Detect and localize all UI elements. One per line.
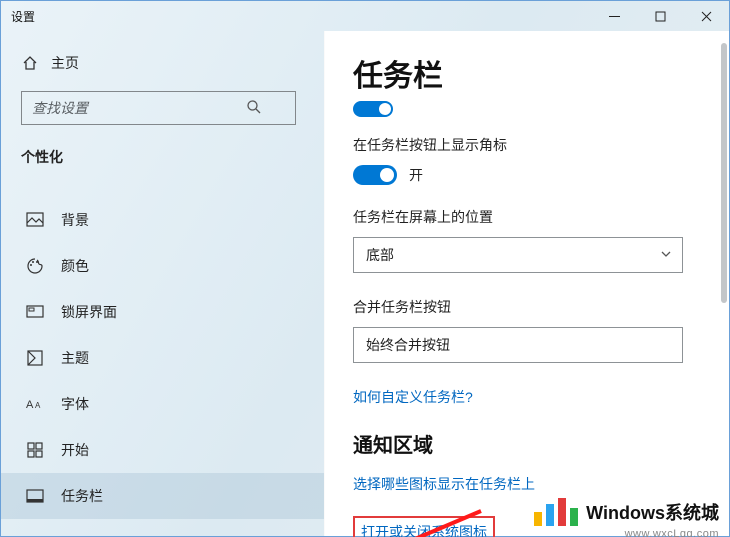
close-button[interactable] bbox=[683, 1, 729, 31]
palette-icon bbox=[25, 257, 45, 275]
badge-toggle[interactable] bbox=[353, 165, 397, 185]
sidebar-item-label: 任务栏 bbox=[61, 486, 103, 506]
font-icon: AA bbox=[25, 395, 45, 413]
svg-text:A: A bbox=[35, 401, 41, 410]
sidebar-item-label: 字体 bbox=[61, 394, 89, 414]
start-icon bbox=[25, 441, 45, 459]
sidebar-item-background[interactable]: 背景 bbox=[21, 197, 304, 243]
nav-list: 背景 颜色 锁屏界面 主题 AA 字体 bbox=[21, 197, 304, 519]
minimize-icon bbox=[609, 11, 620, 22]
partial-toggle[interactable] bbox=[353, 101, 393, 117]
svg-text:A: A bbox=[26, 399, 34, 411]
system-icons-link[interactable]: 打开或关闭系统图标 bbox=[361, 522, 487, 537]
combine-label: 合并任务栏按钮 bbox=[353, 297, 729, 317]
sidebar-item-label: 颜色 bbox=[61, 256, 89, 276]
close-icon bbox=[701, 11, 712, 22]
chevron-down-icon bbox=[660, 247, 672, 263]
home-button[interactable]: 主页 bbox=[21, 45, 304, 81]
toggle-state: 开 bbox=[409, 165, 423, 185]
maximize-icon bbox=[655, 11, 666, 22]
window-controls bbox=[591, 1, 729, 31]
window-title: 设置 bbox=[11, 8, 35, 25]
highlight-box: 打开或关闭系统图标 bbox=[353, 516, 495, 537]
sidebar-item-themes[interactable]: 主题 bbox=[21, 335, 304, 381]
combine-select[interactable]: 始终合并按钮 bbox=[353, 327, 683, 363]
sidebar-item-label: 锁屏界面 bbox=[61, 302, 117, 322]
sidebar-item-start[interactable]: 开始 bbox=[21, 427, 304, 473]
scrollbar[interactable] bbox=[721, 43, 727, 303]
main-content: 任务栏 在任务栏按钮上显示角标 开 任务栏在屏幕上的位置 底部 合并任务栏按钮 … bbox=[324, 31, 729, 536]
titlebar: 设置 bbox=[1, 1, 729, 31]
sidebar: 主页 个性化 背景 颜色 锁屏界面 bbox=[1, 31, 324, 536]
sidebar-item-label: 背景 bbox=[61, 210, 89, 230]
taskbar-icon bbox=[25, 487, 45, 505]
home-icon bbox=[21, 55, 39, 71]
customize-link[interactable]: 如何自定义任务栏? bbox=[353, 387, 729, 407]
position-label: 任务栏在屏幕上的位置 bbox=[353, 207, 729, 227]
home-label: 主页 bbox=[51, 53, 79, 73]
page-title: 任务栏 bbox=[353, 51, 729, 95]
sidebar-item-colors[interactable]: 颜色 bbox=[21, 243, 304, 289]
sidebar-item-lockscreen[interactable]: 锁屏界面 bbox=[21, 289, 304, 335]
sidebar-item-taskbar[interactable]: 任务栏 bbox=[1, 473, 324, 519]
badge-label: 在任务栏按钮上显示角标 bbox=[353, 135, 729, 155]
combine-value: 始终合并按钮 bbox=[366, 335, 450, 355]
search-wrap bbox=[21, 91, 304, 125]
section-header: 个性化 bbox=[21, 147, 304, 167]
position-select[interactable]: 底部 bbox=[353, 237, 683, 273]
lockscreen-icon bbox=[25, 303, 45, 321]
notification-area-header: 通知区域 bbox=[353, 429, 729, 458]
position-value: 底部 bbox=[366, 245, 394, 265]
picture-icon bbox=[25, 211, 45, 229]
sidebar-item-fonts[interactable]: AA 字体 bbox=[21, 381, 304, 427]
minimize-button[interactable] bbox=[591, 1, 637, 31]
sidebar-item-label: 开始 bbox=[61, 440, 89, 460]
sidebar-item-label: 主题 bbox=[61, 348, 89, 368]
maximize-button[interactable] bbox=[637, 1, 683, 31]
theme-icon bbox=[25, 349, 45, 367]
select-icons-link[interactable]: 选择哪些图标显示在任务栏上 bbox=[353, 474, 729, 494]
search-icon bbox=[246, 99, 262, 120]
settings-window: 设置 主页 bbox=[0, 0, 730, 537]
